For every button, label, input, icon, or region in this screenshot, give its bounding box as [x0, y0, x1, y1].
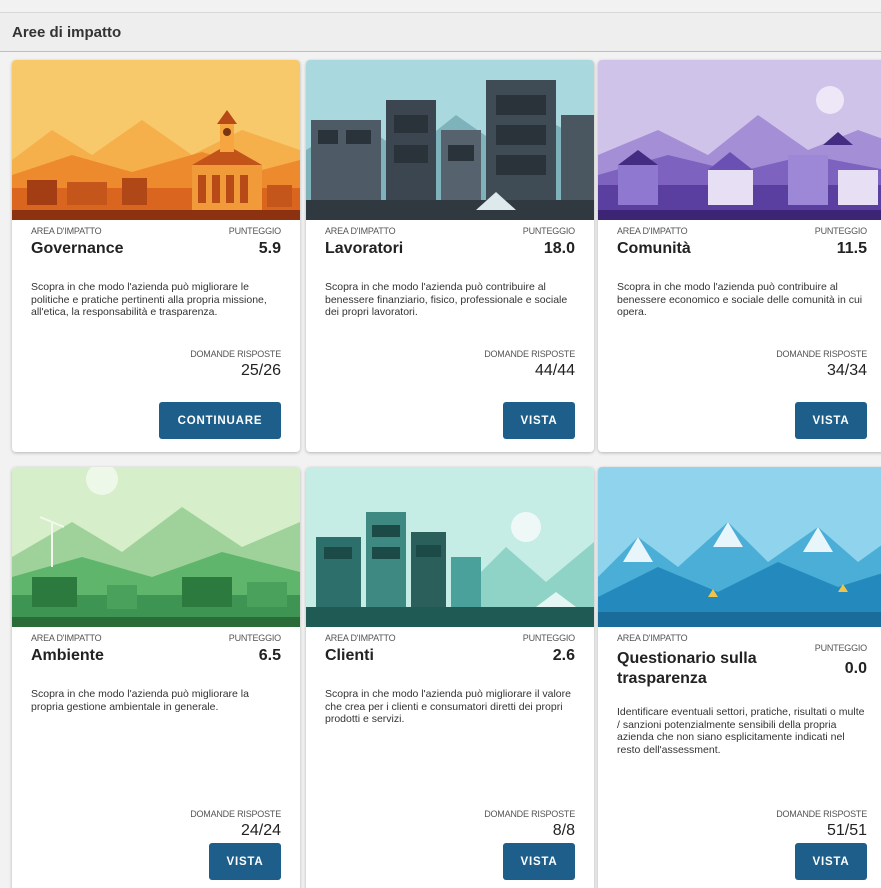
section-title: Aree di impatto — [12, 24, 122, 41]
continue-button[interactable]: CONTINUARE — [159, 402, 281, 439]
area-label: AREA D'IMPATTO — [617, 226, 688, 236]
area-description: Scopra in che modo l'azienda può contrib… — [617, 281, 863, 318]
impact-card-lavoratori: AREA D'IMPATTO PUNTEGGIO Lavoratori 18.0… — [306, 60, 594, 452]
governance-illustration — [12, 60, 300, 220]
score-label: PUNTEGGIO — [228, 633, 281, 643]
view-button[interactable]: VISTA — [209, 843, 281, 880]
answered-count: 51/51 — [826, 822, 867, 839]
impact-card-governance: AREA D'IMPATTO PUNTEGGIO Governance 5.9 … — [12, 60, 300, 452]
section-header: Aree di impatto — [0, 12, 881, 52]
clienti-illustration — [306, 467, 594, 627]
score-value: 5.9 — [258, 240, 281, 257]
answered-label: DOMANDE RISPOSTE — [484, 809, 575, 819]
answered-count: 8/8 — [552, 822, 575, 839]
area-label: AREA D'IMPATTO — [617, 633, 688, 643]
impact-card-ambiente: AREA D'IMPATTO PUNTEGGIO Ambiente 6.5 Sc… — [12, 467, 300, 888]
view-button[interactable]: VISTA — [503, 843, 575, 880]
answered-count: 44/44 — [534, 362, 575, 379]
score-value: 2.6 — [552, 647, 575, 664]
trasparenza-illustration — [598, 467, 881, 627]
area-name: Questionario sulla trasparenza — [617, 650, 757, 687]
area-name: Clienti — [325, 647, 374, 664]
area-label: AREA D'IMPATTO — [325, 633, 396, 643]
score-value: 11.5 — [836, 240, 867, 257]
answered-label: DOMANDE RISPOSTE — [190, 809, 281, 819]
answered-label: DOMANDE RISPOSTE — [190, 349, 281, 359]
score-value: 0.0 — [844, 660, 867, 677]
answered-count: 34/34 — [826, 362, 867, 379]
area-label: AREA D'IMPATTO — [325, 226, 396, 236]
area-name: Lavoratori — [325, 240, 404, 257]
score-label: PUNTEGGIO — [228, 226, 281, 236]
impact-card-comunita: AREA D'IMPATTO PUNTEGGIO Comunità 11.5 S… — [598, 60, 881, 452]
comunita-illustration — [598, 60, 881, 220]
answered-label: DOMANDE RISPOSTE — [776, 809, 867, 819]
ambiente-illustration — [12, 467, 300, 627]
answered-label: DOMANDE RISPOSTE — [484, 349, 575, 359]
area-description: Scopra in che modo l'azienda può miglior… — [325, 688, 571, 725]
answered-count: 25/26 — [240, 362, 281, 379]
area-description: Scopra in che modo l'azienda può miglior… — [31, 281, 267, 318]
score-label: PUNTEGGIO — [814, 226, 867, 236]
area-label: AREA D'IMPATTO — [31, 633, 102, 643]
area-description: Identificare eventuali settori, pratiche… — [617, 706, 865, 756]
impact-card-trasparenza: AREA D'IMPATTO PUNTEGGIO Questionario su… — [598, 467, 881, 888]
area-name: Ambiente — [31, 647, 104, 664]
area-label: AREA D'IMPATTO — [31, 226, 102, 236]
area-description: Scopra in che modo l'azienda può miglior… — [31, 688, 249, 713]
score-label: PUNTEGGIO — [522, 633, 575, 643]
view-button[interactable]: VISTA — [795, 402, 867, 439]
view-button[interactable]: VISTA — [503, 402, 575, 439]
lavoratori-illustration — [306, 60, 594, 220]
score-value: 6.5 — [258, 647, 281, 664]
score-label: PUNTEGGIO — [522, 226, 575, 236]
score-value: 18.0 — [543, 240, 575, 257]
score-label: PUNTEGGIO — [814, 643, 867, 653]
answered-label: DOMANDE RISPOSTE — [776, 349, 867, 359]
area-name: Comunità — [617, 240, 691, 257]
area-name: Governance — [31, 240, 124, 257]
view-button[interactable]: VISTA — [795, 843, 867, 880]
area-description: Scopra in che modo l'azienda può contrib… — [325, 281, 568, 318]
answered-count: 24/24 — [240, 822, 281, 839]
impact-card-clienti: AREA D'IMPATTO PUNTEGGIO Clienti 2.6 Sco… — [306, 467, 594, 888]
